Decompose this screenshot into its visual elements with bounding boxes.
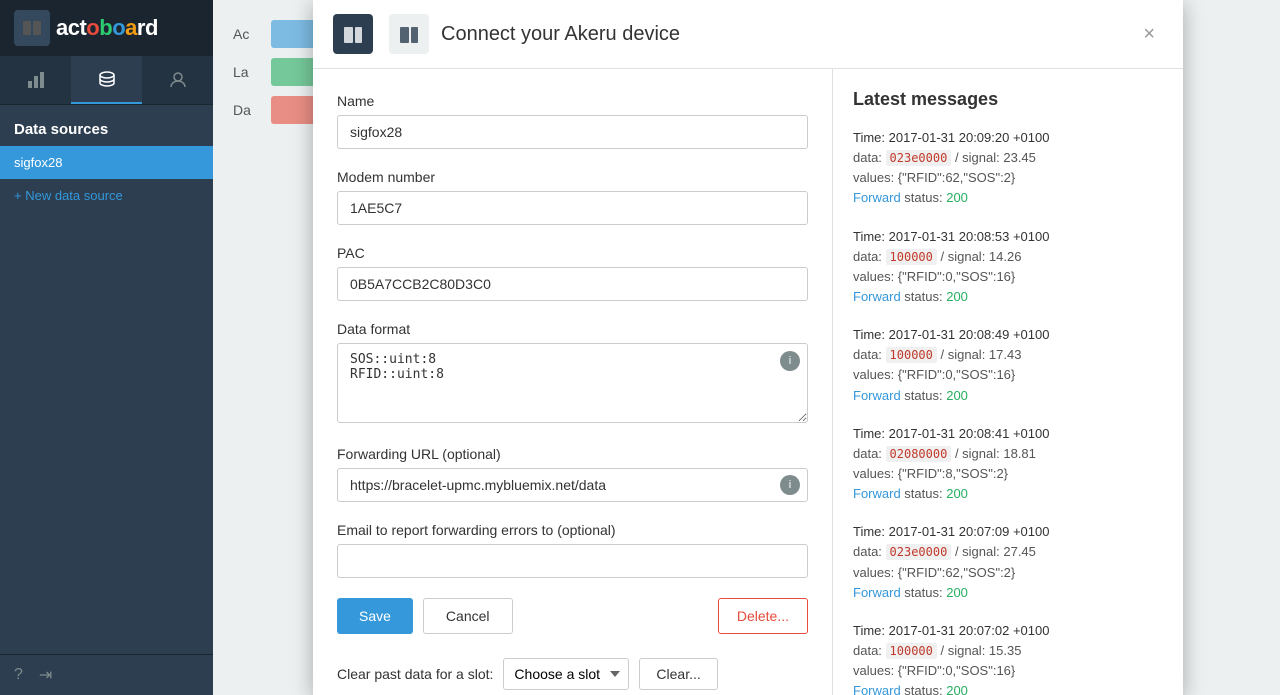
akeru-header-icon <box>341 22 365 46</box>
delete-button[interactable]: Delete... <box>718 598 808 634</box>
forward-link-4[interactable]: Forward <box>853 585 901 600</box>
nav-icon-bar <box>0 56 213 105</box>
message-item-3: Time: 2017-01-31 20:08:41 +0100 data: 02… <box>853 424 1163 505</box>
message-item-1: Time: 2017-01-31 20:08:53 +0100 data: 10… <box>853 227 1163 308</box>
logout-button[interactable]: ⇥ <box>39 665 52 685</box>
clear-label: Clear past data for a slot: <box>337 666 493 682</box>
akeru-logo-svg <box>21 17 43 39</box>
sidebar-item-sigfox28[interactable]: sigfox28 <box>0 146 213 179</box>
data-format-input[interactable]: SOS::uint:8 RFID::uint:8 <box>337 343 808 423</box>
email-label: Email to report forwarding errors to (op… <box>337 522 808 538</box>
data-format-group: Data format SOS::uint:8 RFID::uint:8 i <box>337 321 808 426</box>
modal-header-icon <box>333 14 373 54</box>
forwarding-url-group: Forwarding URL (optional) i <box>337 446 808 502</box>
cancel-button[interactable]: Cancel <box>423 598 513 634</box>
data-format-label: Data format <box>337 321 808 337</box>
email-group: Email to report forwarding errors to (op… <box>337 522 808 578</box>
forwarding-url-info-icon[interactable]: i <box>780 475 800 495</box>
forward-link-0[interactable]: Forward <box>853 190 901 205</box>
slot-select[interactable]: Choose a slot Slot 1 Slot 2 Slot 3 <box>503 658 629 690</box>
data-format-info-icon[interactable]: i <box>780 351 800 371</box>
datasources-icon <box>98 70 116 88</box>
messages-title: Latest messages <box>853 89 1163 110</box>
main-content: Ac La Da Conn <box>213 0 1280 695</box>
nav-charts-button[interactable] <box>0 56 71 104</box>
account-icon <box>169 71 187 89</box>
logo-icon <box>14 10 50 46</box>
forward-link-1[interactable]: Forward <box>853 289 901 304</box>
forward-link-2[interactable]: Forward <box>853 388 901 403</box>
modal-header: Connect your Akeru device × <box>313 0 1183 69</box>
data-format-wrapper: SOS::uint:8 RFID::uint:8 i <box>337 343 808 426</box>
name-input[interactable] <box>337 115 808 149</box>
modem-input[interactable] <box>337 191 808 225</box>
message-item-0: Time: 2017-01-31 20:09:20 +0100 data: 02… <box>853 128 1163 209</box>
logo-area: actoboard <box>0 0 213 56</box>
name-label: Name <box>337 93 808 109</box>
nav-datasources-button[interactable] <box>71 56 142 104</box>
modem-label: Modem number <box>337 169 808 185</box>
modal-form: Name Modem number PAC Data format SOS::u… <box>313 69 833 695</box>
help-button[interactable]: ? <box>14 665 23 685</box>
pac-group: PAC <box>337 245 808 301</box>
message-item-4: Time: 2017-01-31 20:07:09 +0100 data: 02… <box>853 522 1163 603</box>
form-buttons: Save Cancel Delete... <box>337 598 808 634</box>
clear-section: Clear past data for a slot: Choose a slo… <box>337 658 808 690</box>
forward-link-5[interactable]: Forward <box>853 683 901 695</box>
app-name-text: actoboard <box>56 15 158 41</box>
message-item-5: Time: 2017-01-31 20:07:02 +0100 data: 10… <box>853 621 1163 695</box>
forwarding-url-wrapper: i <box>337 468 808 502</box>
modal-close-button[interactable]: × <box>1135 19 1163 50</box>
sidebar: actoboard Data sources sigfox28 <box>0 0 213 695</box>
modal-title: Connect your Akeru device <box>441 23 1123 46</box>
messages-panel: Latest messages Time: 2017-01-31 20:09:2… <box>833 69 1183 695</box>
modal-body: Name Modem number PAC Data format SOS::u… <box>313 69 1183 695</box>
clear-button[interactable]: Clear... <box>639 658 717 690</box>
modal-header-icon-2 <box>389 14 429 54</box>
add-datasource-button[interactable]: + New data source <box>0 179 213 212</box>
nav-account-button[interactable] <box>142 56 213 104</box>
data-sources-title: Data sources <box>0 105 213 146</box>
akeru-modal: Connect your Akeru device × Name Modem n… <box>313 0 1183 695</box>
forwarding-url-input[interactable] <box>337 468 808 502</box>
akeru-device-icon <box>397 22 421 46</box>
message-item-2: Time: 2017-01-31 20:08:49 +0100 data: 10… <box>853 325 1163 406</box>
save-button[interactable]: Save <box>337 598 413 634</box>
sidebar-footer: ? ⇥ <box>0 654 213 695</box>
modem-group: Modem number <box>337 169 808 225</box>
pac-input[interactable] <box>337 267 808 301</box>
forwarding-url-label: Forwarding URL (optional) <box>337 446 808 462</box>
charts-icon <box>27 71 45 89</box>
pac-label: PAC <box>337 245 808 261</box>
name-group: Name <box>337 93 808 149</box>
forward-link-3[interactable]: Forward <box>853 486 901 501</box>
email-input[interactable] <box>337 544 808 578</box>
